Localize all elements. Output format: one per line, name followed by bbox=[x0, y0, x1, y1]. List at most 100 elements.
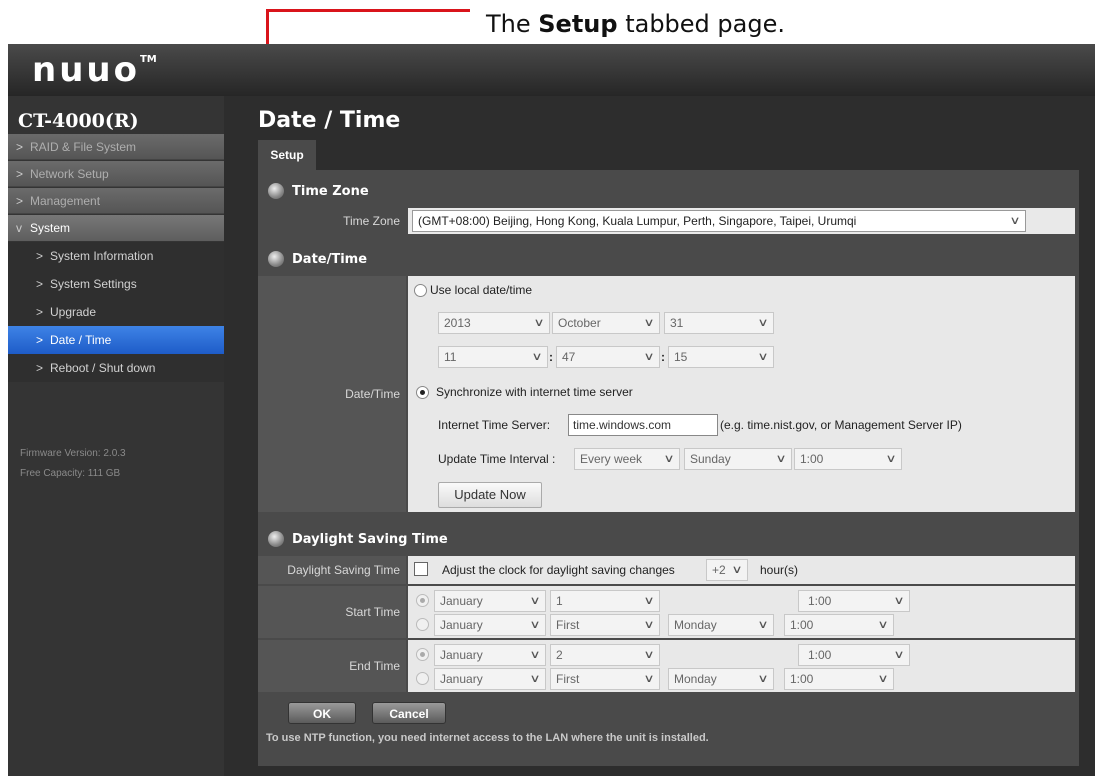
chevron-down-icon: ∨ bbox=[531, 351, 543, 363]
tab-setup[interactable]: Setup bbox=[258, 140, 316, 170]
section-bullet-icon bbox=[268, 182, 284, 199]
sync-radio[interactable] bbox=[416, 386, 429, 399]
sidebar-item-system-information[interactable]: > System Information bbox=[8, 242, 224, 270]
dst-unit: hour(s) bbox=[760, 563, 799, 577]
ntp-note: To use NTP function, you need internet a… bbox=[266, 732, 709, 744]
chevron-down-icon: ∨ bbox=[775, 453, 787, 465]
chevron-down-icon: ∨ bbox=[663, 453, 675, 465]
date-time-content: Use local date/time 2013 ∨ October ∨ 31 ∨ 1… bbox=[408, 276, 1075, 512]
firmware-version: Firmware Version: 2.0.3 bbox=[20, 448, 126, 459]
main-content: Date / Time Setup Time Zone Time Zone (G… bbox=[224, 96, 1095, 776]
sidebar-item-network[interactable]: > Network Setup bbox=[8, 161, 224, 187]
server-label: Internet Time Server: bbox=[438, 418, 551, 432]
use-local-radio[interactable] bbox=[414, 284, 427, 297]
dst-checkbox[interactable] bbox=[414, 562, 428, 576]
chevron-down-icon: ∨ bbox=[643, 351, 655, 363]
section-date-time: Date/Time bbox=[268, 250, 367, 270]
chevron-down-icon: ∨ bbox=[877, 673, 889, 685]
chevron-down-icon: ∨ bbox=[643, 317, 655, 329]
dst-content: Adjust the clock for daylight saving cha… bbox=[408, 556, 1075, 584]
start-month-select[interactable]: January ∨ bbox=[434, 590, 546, 612]
day-select[interactable]: 31 ∨ bbox=[664, 312, 774, 334]
chevron-down-icon: ∨ bbox=[757, 351, 769, 363]
cancel-button[interactable]: Cancel bbox=[372, 702, 446, 724]
start-weekday-select[interactable]: Monday ∨ bbox=[668, 614, 774, 636]
ok-button[interactable]: OK bbox=[288, 702, 356, 724]
end-day-select[interactable]: 2 ∨ bbox=[550, 644, 660, 666]
start-by-week-radio[interactable] bbox=[416, 618, 429, 631]
chevron-right-icon: > bbox=[16, 140, 24, 154]
chevron-down-icon: ∨ bbox=[731, 564, 743, 576]
end-time-row: End Time January ∨ 2 ∨ 1:00 ∨ January ∨ Firs… bbox=[258, 640, 1079, 692]
chevron-right-icon: > bbox=[36, 361, 44, 375]
minute-select[interactable]: 47 ∨ bbox=[556, 346, 660, 368]
time-zone-select[interactable]: (GMT+08:00) Beijing, Hong Kong, Kuala Lu… bbox=[412, 210, 1026, 232]
date-time-label: Date/Time bbox=[258, 276, 406, 512]
app-window: nuuoTM CT-4000(R) > RAID & File System > N… bbox=[8, 44, 1095, 776]
chevron-down-icon: ∨ bbox=[529, 595, 541, 607]
chevron-right-icon: > bbox=[36, 277, 44, 291]
chevron-down-icon: ∨ bbox=[757, 673, 769, 685]
sidebar-item-system-settings[interactable]: > System Settings bbox=[8, 270, 224, 298]
start-time-select[interactable]: 1:00 ∨ bbox=[798, 590, 910, 612]
interval-time-select[interactable]: 1:00 ∨ bbox=[794, 448, 902, 470]
sidebar-item-system[interactable]: v System bbox=[8, 215, 224, 241]
start-day-select[interactable]: 1 ∨ bbox=[550, 590, 660, 612]
interval-select[interactable]: Every week ∨ bbox=[574, 448, 680, 470]
annotation-caption: The Setup tabbed page. bbox=[486, 10, 785, 38]
start-time-label: Start Time bbox=[258, 586, 406, 638]
time-zone-row: Time Zone (GMT+08:00) Beijing, Hong Kong… bbox=[258, 208, 1079, 234]
end-week-select[interactable]: First ∨ bbox=[550, 668, 660, 690]
end-month-select[interactable]: January ∨ bbox=[434, 644, 546, 666]
chevron-down-icon: ∨ bbox=[757, 317, 769, 329]
time-server-input[interactable]: time.windows.com bbox=[568, 414, 718, 436]
end-by-date-radio[interactable] bbox=[416, 648, 429, 661]
setup-panel: Time Zone Time Zone (GMT+08:00) Beijing,… bbox=[258, 170, 1079, 766]
free-capacity: Free Capacity: 111 GB bbox=[20, 468, 121, 479]
interval-day-select[interactable]: Sunday ∨ bbox=[684, 448, 792, 470]
chevron-down-icon: ∨ bbox=[533, 317, 545, 329]
second-select[interactable]: 15 ∨ bbox=[668, 346, 774, 368]
dst-adjust-label: Adjust the clock for daylight saving cha… bbox=[442, 563, 675, 577]
chevron-down-icon: ∨ bbox=[529, 673, 541, 685]
month-select[interactable]: October ∨ bbox=[552, 312, 660, 334]
time-zone-label: Time Zone bbox=[258, 208, 406, 234]
sidebar-item-raid[interactable]: > RAID & File System bbox=[8, 134, 224, 160]
sidebar-item-date-time[interactable]: > Date / Time bbox=[8, 326, 224, 354]
time-colon: : bbox=[661, 350, 665, 364]
start-time2-select[interactable]: 1:00 ∨ bbox=[784, 614, 894, 636]
top-bar: nuuoTM bbox=[8, 44, 1095, 96]
sidebar-item-reboot[interactable]: > Reboot / Shut down bbox=[8, 354, 224, 382]
end-time-select[interactable]: 1:00 ∨ bbox=[798, 644, 910, 666]
chevron-down-icon: ∨ bbox=[893, 649, 905, 661]
update-now-button[interactable]: Update Now bbox=[438, 482, 542, 508]
chevron-right-icon: > bbox=[36, 305, 44, 319]
year-select[interactable]: 2013 ∨ bbox=[438, 312, 550, 334]
chevron-down-icon: ∨ bbox=[1009, 215, 1021, 227]
start-week-select[interactable]: First ∨ bbox=[550, 614, 660, 636]
start-time-content: January ∨ 1 ∨ 1:00 ∨ January ∨ First ∨ Monday… bbox=[408, 586, 1075, 638]
chevron-down-icon: v bbox=[16, 221, 22, 235]
end-time2-select[interactable]: 1:00 ∨ bbox=[784, 668, 894, 690]
section-bullet-icon bbox=[268, 530, 284, 547]
hour-select[interactable]: 11 ∨ bbox=[438, 346, 548, 368]
start-month2-select[interactable]: January ∨ bbox=[434, 614, 546, 636]
sidebar-item-management[interactable]: > Management bbox=[8, 188, 224, 214]
section-time-zone: Time Zone bbox=[268, 182, 369, 202]
dst-offset-select[interactable]: +2 ∨ bbox=[706, 559, 748, 581]
sidebar-item-upgrade[interactable]: > Upgrade bbox=[8, 298, 224, 326]
start-by-date-radio[interactable] bbox=[416, 594, 429, 607]
time-zone-content: (GMT+08:00) Beijing, Hong Kong, Kuala Lu… bbox=[408, 208, 1075, 234]
chevron-down-icon: ∨ bbox=[893, 595, 905, 607]
dst-row: Daylight Saving Time Adjust the clock fo… bbox=[258, 556, 1079, 584]
end-by-week-radio[interactable] bbox=[416, 672, 429, 685]
end-weekday-select[interactable]: Monday ∨ bbox=[668, 668, 774, 690]
use-local-label: Use local date/time bbox=[430, 283, 533, 297]
end-month2-select[interactable]: January ∨ bbox=[434, 668, 546, 690]
time-colon: : bbox=[549, 350, 553, 364]
chevron-down-icon: ∨ bbox=[643, 619, 655, 631]
start-time-row: Start Time January ∨ 1 ∨ 1:00 ∨ January ∨ Fi… bbox=[258, 586, 1079, 638]
chevron-down-icon: ∨ bbox=[643, 649, 655, 661]
section-bullet-icon bbox=[268, 250, 284, 267]
section-daylight-saving: Daylight Saving Time bbox=[268, 530, 448, 550]
